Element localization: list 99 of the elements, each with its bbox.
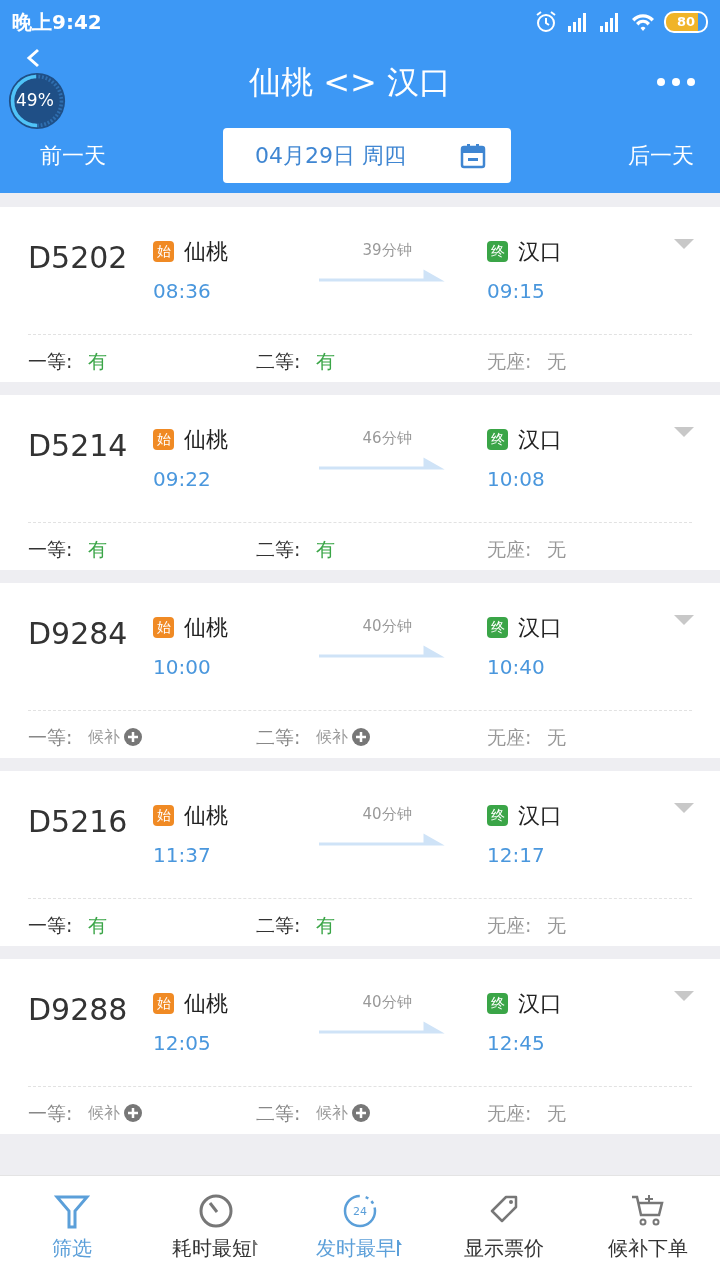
origin-badge: 始 [153, 805, 174, 826]
alarm-icon [534, 10, 558, 34]
seat-class-label: 二等: [256, 537, 301, 562]
dropdown-caret-icon[interactable] [674, 991, 694, 1001]
station-name: 仙桃 [184, 426, 228, 454]
seat-class-label: 二等: [256, 913, 301, 938]
duration-text: 40分钟 [362, 992, 412, 1013]
duration-text: 40分钟 [362, 616, 412, 637]
duration-text: 39分钟 [362, 240, 412, 261]
seat-class-label: 无座: [487, 1101, 532, 1126]
seat-class-label: 无座: [487, 349, 532, 374]
origin-badge: 始 [153, 429, 174, 450]
seat-status: 候补 [88, 1102, 121, 1125]
station-name: 仙桃 [184, 990, 228, 1018]
train-card[interactable]: D5216 始 仙桃 11:37 40分钟 终 汉口 12:17 一等: 有 二等: 有 无座: 无 [0, 771, 720, 946]
seat-class-label: 一等: [28, 349, 73, 374]
seat-status: 有 [316, 537, 336, 562]
add-icon[interactable] [352, 1104, 371, 1123]
dropdown-caret-icon[interactable] [674, 427, 694, 437]
seat-status: 无 [547, 913, 567, 938]
terminal-badge: 终 [487, 429, 508, 450]
station-name: 汉口 [518, 238, 562, 266]
toolbar-tab[interactable]: 显示票价 [444, 1193, 564, 1263]
train-number: D5214 [28, 428, 128, 463]
seat-class-label: 二等: [256, 349, 301, 374]
train-card[interactable]: D5214 始 仙桃 09:22 46分钟 终 汉口 10:08 一等: 有 二等: 有 无座: 无 [0, 395, 720, 570]
duration-text: 40分钟 [362, 804, 412, 825]
toolbar-tab[interactable]: 候补下单 [588, 1193, 708, 1263]
toolbar-tab[interactable]: 耗时最短 [156, 1193, 276, 1263]
train-card[interactable]: D9288 始 仙桃 12:05 40分钟 终 汉口 12:45 一等: 候补 二等: 候补 无座: 无 [0, 959, 720, 1134]
battery-level: 80 [664, 11, 708, 33]
station-name: 仙桃 [184, 238, 228, 266]
duration-text: 46分钟 [362, 428, 412, 449]
station-name: 汉口 [518, 802, 562, 830]
clock-icon: 24 [342, 1193, 378, 1229]
train-number: D5216 [28, 804, 128, 839]
seat-class-label: 无座: [487, 537, 532, 562]
dropdown-caret-icon[interactable] [674, 239, 694, 249]
timer-icon [198, 1193, 234, 1229]
origin-badge: 始 [153, 241, 174, 262]
train-time: 10:40 [487, 655, 545, 679]
percent-text: 49% [16, 89, 54, 111]
train-time: 12:05 [153, 1031, 211, 1055]
seat-class-label: 无座: [487, 725, 532, 750]
station-name: 汉口 [518, 426, 562, 454]
train-time: 09:22 [153, 467, 211, 491]
seat-class-label: 一等: [28, 1101, 73, 1126]
seat-status: 无 [547, 1101, 567, 1126]
train-time: 08:36 [153, 279, 211, 303]
seat-class-label: 无座: [487, 913, 532, 938]
seat-status: 有 [88, 913, 108, 938]
calendar-icon [459, 141, 487, 170]
station-name: 仙桃 [184, 614, 228, 642]
dropdown-caret-icon[interactable] [674, 615, 694, 625]
seat-status: 候补 [88, 726, 121, 749]
train-time: 12:45 [487, 1031, 545, 1055]
seat-class-label: 一等: [28, 537, 73, 562]
terminal-badge: 终 [487, 617, 508, 638]
train-time: 12:17 [487, 843, 545, 867]
seat-status: 候补 [316, 726, 349, 749]
seat-class-label: 一等: [28, 725, 73, 750]
terminal-badge: 终 [487, 993, 508, 1014]
status-time: 晚上9:42 [12, 9, 102, 36]
seat-class-label: 二等: [256, 725, 301, 750]
station-name: 汉口 [518, 990, 562, 1018]
train-time: 09:15 [487, 279, 545, 303]
train-time: 10:08 [487, 467, 545, 491]
seat-class-label: 一等: [28, 913, 73, 938]
station-name: 汉口 [518, 614, 562, 642]
add-icon[interactable] [124, 728, 143, 747]
terminal-badge: 终 [487, 241, 508, 262]
train-time: 11:37 [153, 843, 211, 867]
origin-badge: 始 [153, 617, 174, 638]
more-icon[interactable] [656, 76, 696, 88]
seat-status: 有 [88, 349, 108, 374]
train-number: D5202 [28, 240, 128, 275]
date-picker[interactable]: 04月29日 周四 [223, 128, 511, 183]
dropdown-caret-icon[interactable] [674, 803, 694, 813]
train-card[interactable]: D9284 始 仙桃 10:00 40分钟 终 汉口 10:40 一等: 候补 二等: 候补 无座: 无 [0, 583, 720, 758]
add-icon[interactable] [352, 728, 371, 747]
speed-ball-drawing [8, 72, 66, 130]
seat-status: 有 [316, 349, 336, 374]
train-number: D9284 [28, 616, 128, 651]
seat-status: 无 [547, 725, 567, 750]
train-number: D9288 [28, 992, 128, 1027]
add-icon[interactable] [124, 1104, 143, 1123]
filter-icon [54, 1193, 90, 1229]
train-card[interactable]: D5202 始 仙桃 08:36 39分钟 终 汉口 09:15 一等: 有 二等: 有 无座: 无 [0, 207, 720, 382]
seat-status: 无 [547, 349, 567, 374]
route-title: 仙桃 <> 汉口 [249, 62, 451, 103]
seat-class-label: 二等: [256, 1101, 301, 1126]
terminal-badge: 终 [487, 805, 508, 826]
station-name: 仙桃 [184, 802, 228, 830]
seat-status: 有 [316, 913, 336, 938]
seat-status: 有 [88, 537, 108, 562]
train-time: 10:00 [153, 655, 211, 679]
seat-status: 无 [547, 537, 567, 562]
seat-status: 候补 [316, 1102, 349, 1125]
origin-badge: 始 [153, 993, 174, 1014]
